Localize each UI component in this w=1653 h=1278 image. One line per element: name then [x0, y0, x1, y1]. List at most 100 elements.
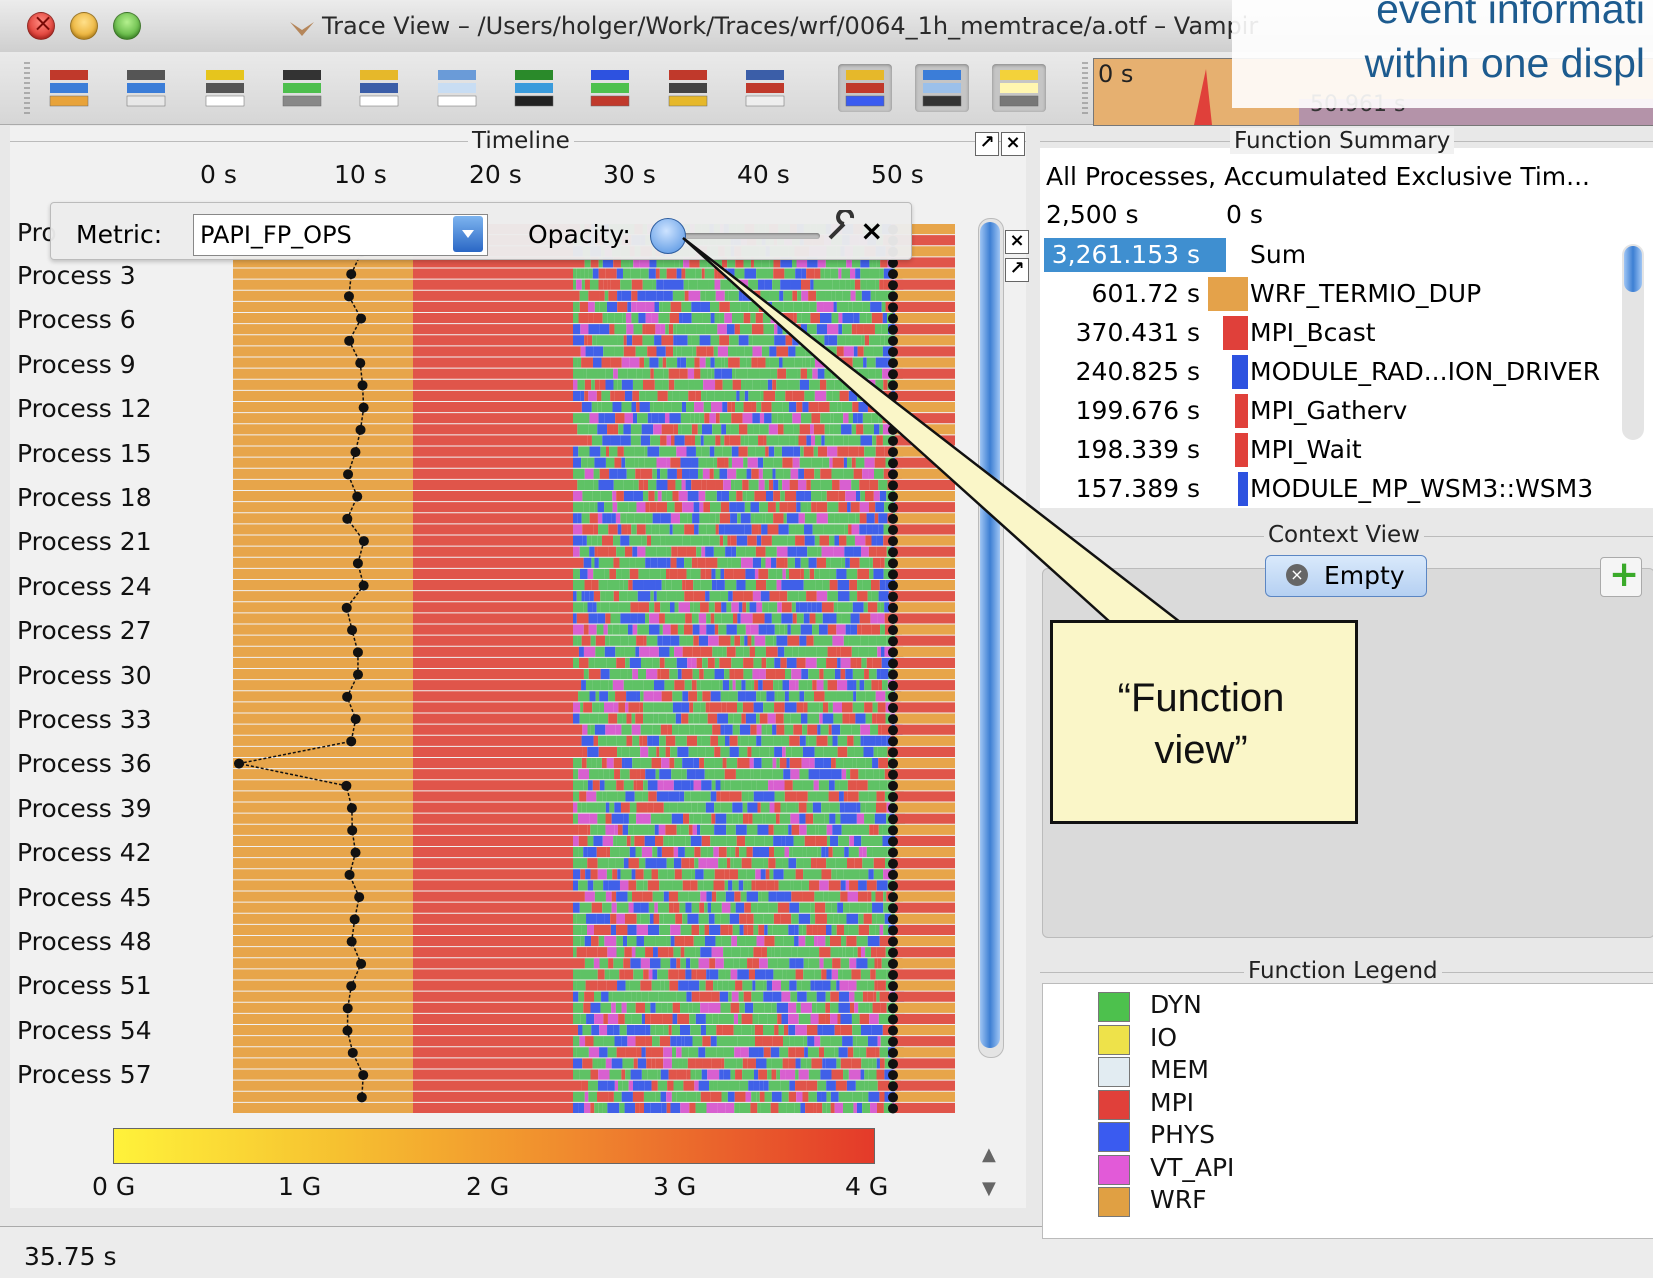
scroll-down-icon[interactable]: ▼ [982, 1178, 996, 1199]
plus-icon: + [1609, 554, 1640, 595]
axis-tick-label: 20 s [469, 160, 522, 189]
legend-label: VT_API [1150, 1152, 1235, 1182]
callout-line-1: “Function [1117, 676, 1285, 720]
function-bar [1231, 355, 1248, 389]
axis-tick-label: 10 s [334, 160, 387, 189]
legend-label: MPI [1150, 1087, 1195, 1117]
opacity-label: Opacity: [528, 220, 631, 249]
function-time: 157.389 s [1075, 474, 1200, 503]
process-summary-button[interactable] [507, 64, 561, 112]
callout-line-2: view” [1154, 728, 1248, 772]
toolbar-grip[interactable] [24, 62, 30, 116]
function-summary-row[interactable]: 199.676 s MPI_Gatherv [1040, 392, 1640, 428]
process-label: Process 45 [17, 882, 152, 912]
legend-label: IO [1150, 1022, 1178, 1052]
overview-start-label: 0 s [1098, 60, 1134, 88]
process-label: Process 27 [17, 616, 152, 646]
legend-label: MEM [1150, 1055, 1209, 1084]
function-name: MPI_Wait [1250, 435, 1362, 464]
function-summary-row[interactable]: 601.72 s WRF_TERMIO_DUP [1040, 275, 1640, 311]
function-summary-row[interactable]: 198.339 s MPI_Wait [1040, 431, 1640, 467]
function-summary-subtitle: All Processes, Accumulated Exclusive Tim… [1046, 162, 1590, 191]
function-summary-row[interactable]: 240.825 s MODULE_RAD...ION_DRIVER [1040, 353, 1640, 389]
timeline-header: Timeline [468, 128, 574, 154]
function-summary-row[interactable]: 157.389 s MODULE_MP_WSM3::WSM3 [1040, 470, 1640, 506]
process-label: Process 33 [17, 705, 152, 734]
timeline-canvas[interactable] [233, 224, 955, 1114]
legend-label: WRF [1150, 1185, 1207, 1214]
function-bar [1208, 277, 1248, 311]
close-overlay-icon[interactable]: × [860, 214, 883, 247]
function-time: 370.431 s [1075, 318, 1200, 347]
function-summary-button[interactable] [352, 64, 406, 112]
call-tree-icon [745, 70, 785, 107]
slide-text-line-2: within one displ [1364, 40, 1645, 86]
message-summary-icon [437, 70, 477, 107]
opacity-slider-knob[interactable] [650, 218, 686, 254]
communication-matrix-icon [590, 70, 630, 107]
close-tab-icon[interactable]: × [1286, 564, 1308, 586]
communication-matrix-button[interactable] [583, 64, 637, 112]
scale-label: 0 G [92, 1172, 136, 1201]
process-label: Process 6 [17, 305, 136, 335]
window-title: Trace View – /Users/holger/Work/Traces/w… [322, 12, 1259, 40]
function-name: Sum [1250, 240, 1307, 269]
function-legend-panel [1042, 983, 1653, 1239]
zoom-window-button[interactable] [113, 12, 141, 40]
function-bar [1234, 394, 1248, 428]
io-summary-button[interactable] [661, 64, 715, 112]
process-label: Process 51 [17, 971, 152, 1001]
legend-swatch [1098, 992, 1130, 1022]
slide-text-line-1: event informati [1376, 0, 1645, 32]
counter-color-scale [113, 1128, 875, 1164]
context-view-button[interactable] [992, 64, 1046, 112]
metric-select-value: PAPI_FP_OPS [200, 221, 352, 249]
function-summary-row[interactable]: 3,261.153 s Sum [1040, 236, 1640, 272]
function-time: 601.72 s [1091, 279, 1200, 308]
close-panel-icon[interactable]: × [1001, 132, 1025, 156]
process-label: Process 39 [17, 793, 152, 823]
scroll-up-icon[interactable]: ▲ [982, 1144, 996, 1165]
legend-label: PHYS [1150, 1120, 1216, 1149]
function-name: MODULE_MP_WSM3::WSM3 [1250, 474, 1594, 503]
function-name: WRF_TERMIO_DUP [1250, 279, 1482, 308]
function-time: 3,261.153 s [1051, 240, 1200, 269]
process-label: Process 15 [17, 438, 152, 468]
function-summary-row[interactable]: 370.431 s MPI_Bcast [1040, 314, 1640, 350]
undock-icon[interactable]: ↗ [975, 132, 999, 156]
marker-view-button[interactable] [915, 64, 969, 112]
wrench-icon[interactable] [826, 210, 860, 244]
process-summary-icon [514, 70, 554, 107]
callout-text: “Function view” [1050, 672, 1352, 776]
chevron-down-icon[interactable] [453, 216, 483, 252]
context-tab-empty[interactable]: × Empty [1265, 555, 1427, 597]
scale-label: 1 G [278, 1172, 322, 1201]
message-summary-button[interactable] [430, 64, 484, 112]
process-label: Process 48 [17, 927, 152, 956]
process-timeline-button[interactable] [119, 64, 173, 112]
performance-radar-icon [282, 70, 322, 107]
function-legend-header: Function Legend [1244, 958, 1442, 984]
timeline-scrollbar-thumb[interactable] [980, 222, 1000, 1048]
metric-label: Metric: [76, 220, 163, 249]
legend-swatch [1098, 1154, 1130, 1185]
close-panel-icon[interactable]: × [1005, 230, 1029, 254]
close-window-button[interactable] [27, 9, 55, 40]
counter-timeline-button[interactable] [198, 64, 252, 112]
function-bar [1223, 316, 1248, 350]
toolbar-grip[interactable] [1082, 62, 1088, 116]
performance-radar-button[interactable] [275, 64, 329, 112]
minimize-window-button[interactable] [70, 12, 98, 40]
process-label: Process 42 [17, 838, 152, 868]
add-context-button[interactable]: + [1600, 554, 1642, 597]
process-label: Process 9 [17, 349, 136, 379]
axis-tick-label: 30 s [603, 160, 656, 189]
legend-swatch [1098, 1122, 1130, 1152]
metric-select[interactable]: PAPI_FP_OPS [193, 214, 488, 256]
function-name: MPI_Gatherv [1250, 396, 1408, 425]
undock-icon[interactable]: ↗ [1005, 258, 1029, 282]
call-tree-button[interactable] [738, 64, 792, 112]
process-label: Process 24 [17, 571, 152, 601]
master-timeline-button[interactable] [42, 64, 96, 112]
function-legend-button[interactable] [838, 64, 892, 112]
